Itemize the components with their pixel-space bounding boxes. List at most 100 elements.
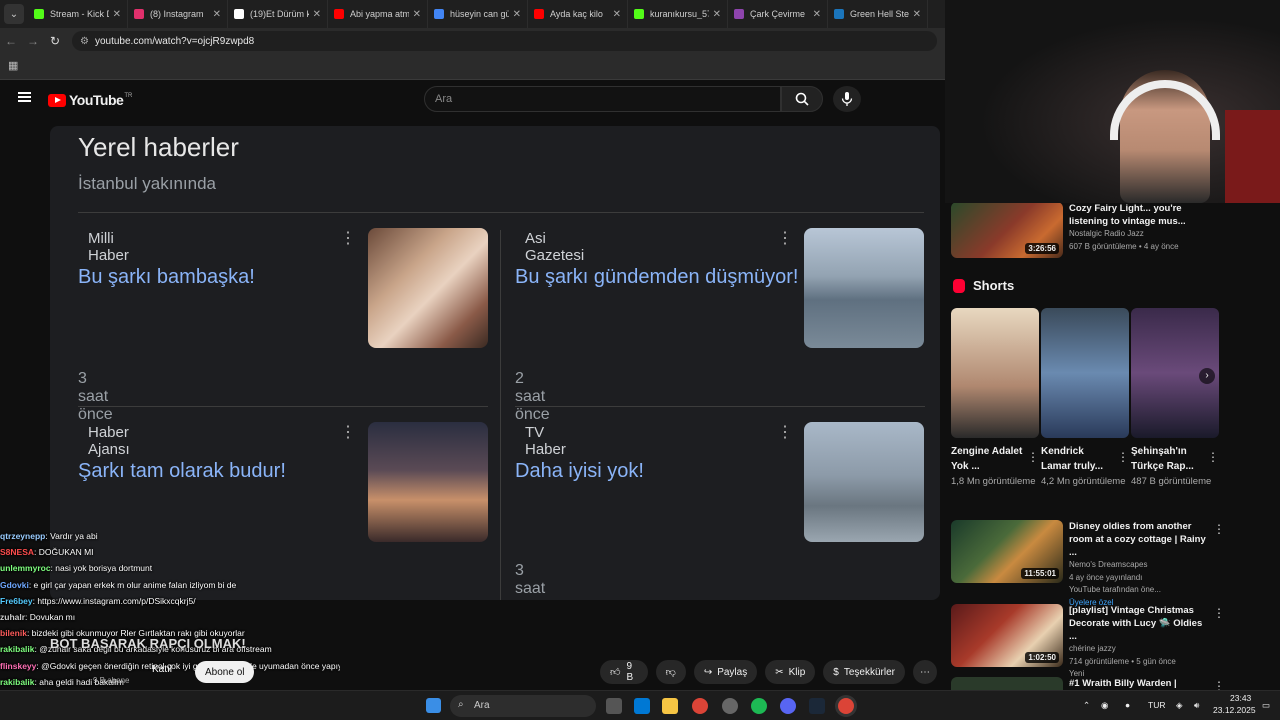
news-subtitle: İstanbul yakınında (78, 174, 216, 193)
browser-tab[interactable]: Çark Çevirme ✕ (728, 0, 828, 28)
store-icon[interactable] (634, 698, 650, 714)
video-actions: 👍︎ 9 B 👎︎ ↪ Paylaş ✂ Klip $ Teşekkürler ⋯ (600, 660, 945, 684)
chat-username[interactable]: flinskeyy (0, 661, 36, 671)
close-tab-icon[interactable]: ✕ (813, 9, 821, 20)
browser-tab[interactable]: Stream - Kick D ✕ (28, 0, 128, 28)
video-title: Disney oldies from another room at a coz… (1069, 521, 1206, 558)
browser-tab[interactable]: (8) Instagram ✕ (128, 0, 228, 28)
more-horiz-icon: ⋯ (920, 666, 930, 678)
video-duration: 1:02:50 (1025, 652, 1059, 663)
chevron-right-icon[interactable]: › (1199, 368, 1215, 384)
chat-username[interactable]: S8NESA (0, 547, 34, 557)
chrome-icon[interactable] (692, 698, 708, 714)
close-tab-icon[interactable]: ✕ (513, 9, 521, 20)
voice-search-button[interactable] (833, 86, 861, 112)
close-tab-icon[interactable]: ✕ (413, 9, 421, 20)
short-item[interactable]: Zengine Adalet Yok ... 1,8 Mn görüntülem… (951, 308, 1039, 489)
share-button[interactable]: ↪ Paylaş (693, 660, 758, 684)
address-bar: ← → ↻ ⚙ youtube.com/watch?v=ojcjR9zwpd8 (0, 28, 945, 54)
browser-tab[interactable]: Ayda kaç kilo ✕ (528, 0, 628, 28)
clock-date[interactable]: 23.12.2025 (1213, 705, 1256, 715)
chat-username[interactable]: Gdovki (0, 580, 29, 590)
settings-icon[interactable] (722, 698, 738, 714)
clock-time[interactable]: 23:43 (1230, 693, 1251, 703)
chair-image (1225, 110, 1280, 203)
more-vert-icon[interactable]: ⋮ (1027, 450, 1039, 464)
taskbar-search[interactable]: ⌕ Ara (450, 695, 596, 717)
related-video[interactable]: #1 Wraith Billy Warden | Getting ⋮ (951, 677, 1225, 690)
related-video[interactable]: 3:26:56 Cozy Fairy Light... you're liste… (951, 202, 1209, 258)
more-vert-icon[interactable]: ⋮ (1213, 522, 1225, 536)
thanks-button[interactable]: $ Teşekkürler (823, 660, 905, 684)
chat-message: zuhalr: Dovukan mı (0, 609, 340, 625)
site-info-icon[interactable]: ⚙ (80, 36, 89, 47)
short-title: Zengine Adalet Yok ... (951, 446, 1023, 472)
chat-text: : @Gdovki geçen önerdiğin retinol çok iy… (36, 660, 340, 671)
chat-username[interactable]: rakibalik (0, 644, 35, 654)
divider (515, 406, 925, 407)
more-vert-icon[interactable]: ⋮ (1213, 606, 1225, 620)
folder-icon[interactable] (662, 698, 678, 714)
notification-icon[interactable]: ▭ (1262, 700, 1270, 711)
menu-icon[interactable] (18, 92, 31, 102)
close-tab-icon[interactable]: ✕ (213, 9, 221, 20)
join-button[interactable]: Katıl (152, 664, 172, 675)
related-video[interactable]: 11:55:01 Disney oldies from another room… (951, 520, 1225, 609)
youtube-logo[interactable]: YouTube TR (48, 92, 132, 108)
close-tab-icon[interactable]: ✕ (613, 9, 621, 20)
spotify-icon[interactable] (751, 698, 767, 714)
chat-username[interactable]: unlemmyroc (0, 563, 51, 573)
like-button[interactable]: 👍︎ 9 B (600, 660, 648, 684)
network-icon[interactable]: ◉ (1101, 700, 1108, 711)
close-tab-icon[interactable]: ✕ (113, 9, 121, 20)
close-tab-icon[interactable]: ✕ (913, 9, 921, 20)
news-headline: Bu şarkı bambaşka! (78, 266, 255, 288)
tray-chevron-icon[interactable]: ⌃ (1083, 700, 1090, 711)
search-input[interactable]: Ara (424, 86, 781, 112)
wifi-icon[interactable]: ◈ (1176, 700, 1183, 711)
close-tab-icon[interactable]: ✕ (713, 9, 721, 20)
clip-button[interactable]: ✂ Klip (765, 660, 816, 684)
reload-icon[interactable]: ↻ (44, 34, 66, 48)
close-tab-icon[interactable]: ✕ (313, 9, 321, 20)
chat-message: Gdovki: e girl çar yapan erkek m olur an… (0, 577, 340, 593)
short-item[interactable]: Kendrick Lamar truly... 4,2 Mn görüntüle… (1041, 308, 1129, 489)
back-icon[interactable]: ← (0, 34, 22, 48)
chat-username[interactable]: rakibalik (0, 677, 35, 687)
tab-search-button[interactable]: ⌄ (4, 4, 24, 24)
chat-message: rakibalik: aha geldi hadi bakalim (0, 674, 340, 690)
chat-username[interactable]: qtrzeynepp (0, 531, 45, 541)
more-vert-icon[interactable]: ⋮ (1207, 450, 1219, 464)
short-item[interactable]: › Şehinşah'ın Türkçe Rap... 487 B görünt… (1131, 308, 1219, 489)
chat-username[interactable]: zuhalr (0, 612, 25, 622)
windows-start-icon[interactable] (426, 698, 441, 713)
browser-tab[interactable]: hüseyin can gü ✕ (428, 0, 528, 28)
steam-icon[interactable] (809, 698, 825, 714)
url-field[interactable]: ⚙ youtube.com/watch?v=ojcjR9zwpd8 (72, 31, 937, 51)
language-indicator[interactable]: TUR (1148, 700, 1165, 710)
more-vert-icon[interactable]: ⋮ (1117, 450, 1129, 464)
mic-tray-icon[interactable]: ● (1125, 700, 1130, 710)
dislike-button[interactable]: 👎︎ (655, 660, 686, 684)
short-title: Kendrick Lamar truly... (1041, 446, 1104, 472)
chrome-active-icon[interactable] (838, 698, 854, 714)
browser-tab[interactable]: Abi yapma atm ✕ (328, 0, 428, 28)
video-thumbnail: 11:55:01 (951, 520, 1063, 583)
browser-tab[interactable]: (19)Et Dürüm k ✕ (228, 0, 328, 28)
apps-grid-icon[interactable]: ▦ (8, 61, 19, 72)
subscribe-button[interactable]: Abone ol (195, 661, 255, 683)
chat-username[interactable]: bilenik (0, 628, 27, 638)
tab-title: Stream - Kick D (50, 9, 109, 19)
more-actions-button[interactable]: ⋯ (913, 660, 937, 684)
chat-text: : DOĞUKAN MI (34, 547, 94, 558)
volume-icon[interactable]: 🔊︎ (1194, 700, 1199, 711)
chat-username[interactable]: Fre6bey (0, 596, 33, 606)
browser-tab[interactable]: Green Hell Ste ✕ (828, 0, 928, 28)
search-button[interactable] (781, 86, 823, 112)
more-vert-icon[interactable]: ⋮ (1213, 679, 1225, 690)
task-view-icon[interactable] (606, 698, 622, 714)
related-video[interactable]: 1:02:50 [playlist] Vintage Christmas Dec… (951, 604, 1225, 681)
discord-icon[interactable] (780, 698, 796, 714)
browser-tab[interactable]: kuranıkursu_57 ✕ (628, 0, 728, 28)
forward-icon[interactable]: → (22, 34, 44, 48)
